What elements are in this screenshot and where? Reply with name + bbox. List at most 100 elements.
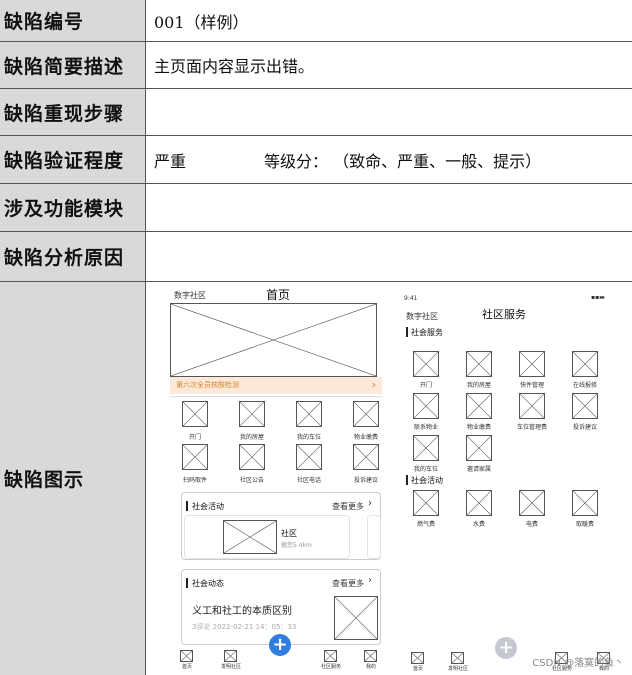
service-grid-item[interactable]: 物业缴费 — [456, 393, 502, 433]
home-tab[interactable]: 我的 — [356, 650, 386, 674]
tab-icon — [411, 652, 424, 664]
value-cause — [146, 232, 632, 281]
home-grid-item[interactable]: 投诉建议 — [343, 444, 389, 484]
value-module — [146, 184, 632, 231]
row-defect-id: 缺陷编号 001（样例） — [0, 0, 632, 42]
value-repro-steps — [146, 89, 632, 135]
service-grid-label: 开门 — [419, 382, 432, 389]
service-status-time: 9:41 — [404, 295, 418, 302]
label-screenshot: 缺陷图示 — [0, 282, 146, 675]
service-grid-icon — [519, 351, 545, 377]
home-grid-icon — [296, 401, 322, 427]
label-defect-id: 缺陷编号 — [0, 0, 146, 41]
home-grid-item[interactable]: 物业缴费 — [343, 401, 389, 441]
service-grid-item[interactable]: 开门 — [403, 351, 449, 391]
service-grid-item[interactable]: 联系物业 — [403, 393, 449, 433]
service-grid-item[interactable]: 快件管理 — [509, 351, 555, 391]
home-activity-more-chevron-icon[interactable]: › — [368, 498, 372, 509]
home-grid-icon — [296, 444, 322, 470]
tab-label: 首页 — [181, 664, 192, 670]
service-grid-icon — [413, 351, 439, 377]
defect-screenshot: 数字社区 首页 第六次全员核酸检测 › 开门 我的房屋 我的车位 物业缴费 扫码取件 社区… — [146, 282, 632, 675]
home-tab[interactable]: 首页 — [172, 650, 202, 674]
home-wireframe: 数字社区 首页 第六次全员核酸检测 › 开门 我的房屋 我的车位 物业缴费 扫码取件 社区… — [166, 282, 382, 675]
service-grid-icon — [466, 490, 492, 516]
service-grid-icon — [466, 393, 492, 419]
row-defect-summary: 缺陷简要描述 主页面内容显示出错。 — [0, 42, 632, 89]
home-grid-icon — [182, 444, 208, 470]
home-grid-label: 投诉建议 — [353, 477, 378, 484]
home-activity-card: 社会活动 查看更多 › 社区 据您5.4km — [181, 492, 381, 560]
service-section1: 社会服务 — [411, 328, 443, 337]
activity-item-name: 社区 — [281, 529, 297, 538]
label-repro-steps: 缺陷重现步骤 — [0, 89, 146, 135]
banner-chevron-icon: › — [371, 378, 376, 391]
row-repro-steps: 缺陷重现步骤 — [0, 89, 632, 136]
service-title: 社区服务 — [482, 308, 526, 321]
service-grid-item[interactable]: 我的房屋 — [456, 351, 502, 391]
service-grid-icon — [413, 393, 439, 419]
service-grid-icon — [519, 393, 545, 419]
home-grid-item[interactable]: 我的房屋 — [229, 401, 275, 441]
home-activity-item[interactable]: 社区 据您5.4km — [184, 515, 350, 559]
service-grid-label: 电费 — [525, 521, 538, 528]
service-grid-label: 水费 — [472, 521, 485, 528]
home-grid-item[interactable]: 我的车位 — [286, 401, 332, 441]
service-app-name: 数字社区 — [406, 312, 438, 321]
home-tab[interactable]: 社区服务 — [316, 650, 346, 674]
tab-icon — [451, 652, 464, 664]
service-grid-item[interactable]: 邀请家属 — [456, 435, 502, 475]
home-notice-banner[interactable]: 第六次全员核酸检测 › — [170, 377, 382, 394]
service-grid-item[interactable]: 取暖费 — [562, 490, 608, 530]
service-grid-icon — [519, 490, 545, 516]
service-grid-item[interactable]: 在线报修 — [562, 351, 608, 391]
service-add-button[interactable]: + — [495, 637, 517, 659]
label-module: 涉及功能模块 — [0, 184, 146, 231]
service-grid-item[interactable]: 我的车位 — [403, 435, 449, 475]
home-grid-item[interactable]: 社区电话 — [286, 444, 332, 484]
tab-label: 首页 — [412, 666, 423, 672]
service-tab[interactable]: 首页 — [403, 652, 433, 675]
service-grid-label: 我的房屋 — [466, 382, 491, 389]
service-grid-label: 车位管理费 — [516, 424, 547, 431]
home-news-headline[interactable]: 义工和社工的本质区别 — [192, 602, 292, 617]
service-grid-item[interactable]: 燃气费 — [403, 490, 449, 530]
value-defect-summary: 主页面内容显示出错。 — [154, 57, 315, 76]
home-grid-label: 扫码取件 — [182, 477, 207, 484]
service-grid-label: 燃气费 — [416, 521, 435, 528]
home-grid-item[interactable]: 扫码取件 — [172, 444, 218, 484]
home-app-name: 数字社区 — [174, 291, 206, 300]
home-grid-icon — [239, 401, 265, 427]
service-grid-label: 联系物业 — [413, 424, 438, 431]
home-news-more[interactable]: 查看更多 — [332, 578, 364, 589]
service-grid-label: 物业缴费 — [466, 424, 491, 431]
service-grid-item[interactable]: 电费 — [509, 490, 555, 530]
home-grid-item[interactable]: 社区公告 — [229, 444, 275, 484]
label-defect-summary: 缺陷简要描述 — [0, 42, 146, 88]
home-grid-icon — [353, 401, 379, 427]
home-grid-icon — [182, 401, 208, 427]
service-grid-icon — [413, 490, 439, 516]
home-grid-item[interactable]: 开门 — [172, 401, 218, 441]
home-tab[interactable]: 发明社区 — [216, 650, 246, 674]
service-grid-label: 快件管理 — [519, 382, 544, 389]
battery-icon: ▪▪▬ — [591, 294, 605, 301]
service-grid-icon — [572, 490, 598, 516]
home-grid-label: 我的车位 — [296, 434, 321, 441]
home-add-button[interactable]: + — [269, 634, 291, 656]
service-grid-label: 取暖费 — [575, 521, 594, 528]
value-defect-id: 001（样例） — [154, 12, 249, 32]
service-grid-item[interactable]: 投诉建议 — [562, 393, 608, 433]
service-grid-label: 在线报修 — [572, 382, 597, 389]
home-activity-more[interactable]: 查看更多 — [332, 501, 364, 512]
activity-image-placeholder — [223, 520, 277, 554]
service-grid-item[interactable]: 车位管理费 — [509, 393, 555, 433]
tab-label: 发明社区 — [447, 666, 468, 672]
home-news-title: 社会动态 — [192, 579, 224, 588]
home-news-more-chevron-icon[interactable]: › — [368, 575, 372, 586]
home-title: 首页 — [266, 288, 291, 302]
service-grid-item[interactable]: 水费 — [456, 490, 502, 530]
home-activity-title: 社会活动 — [192, 502, 224, 511]
activity-item-sub: 据您5.4km — [281, 542, 312, 549]
service-tab[interactable]: 发明社区 — [443, 652, 473, 675]
